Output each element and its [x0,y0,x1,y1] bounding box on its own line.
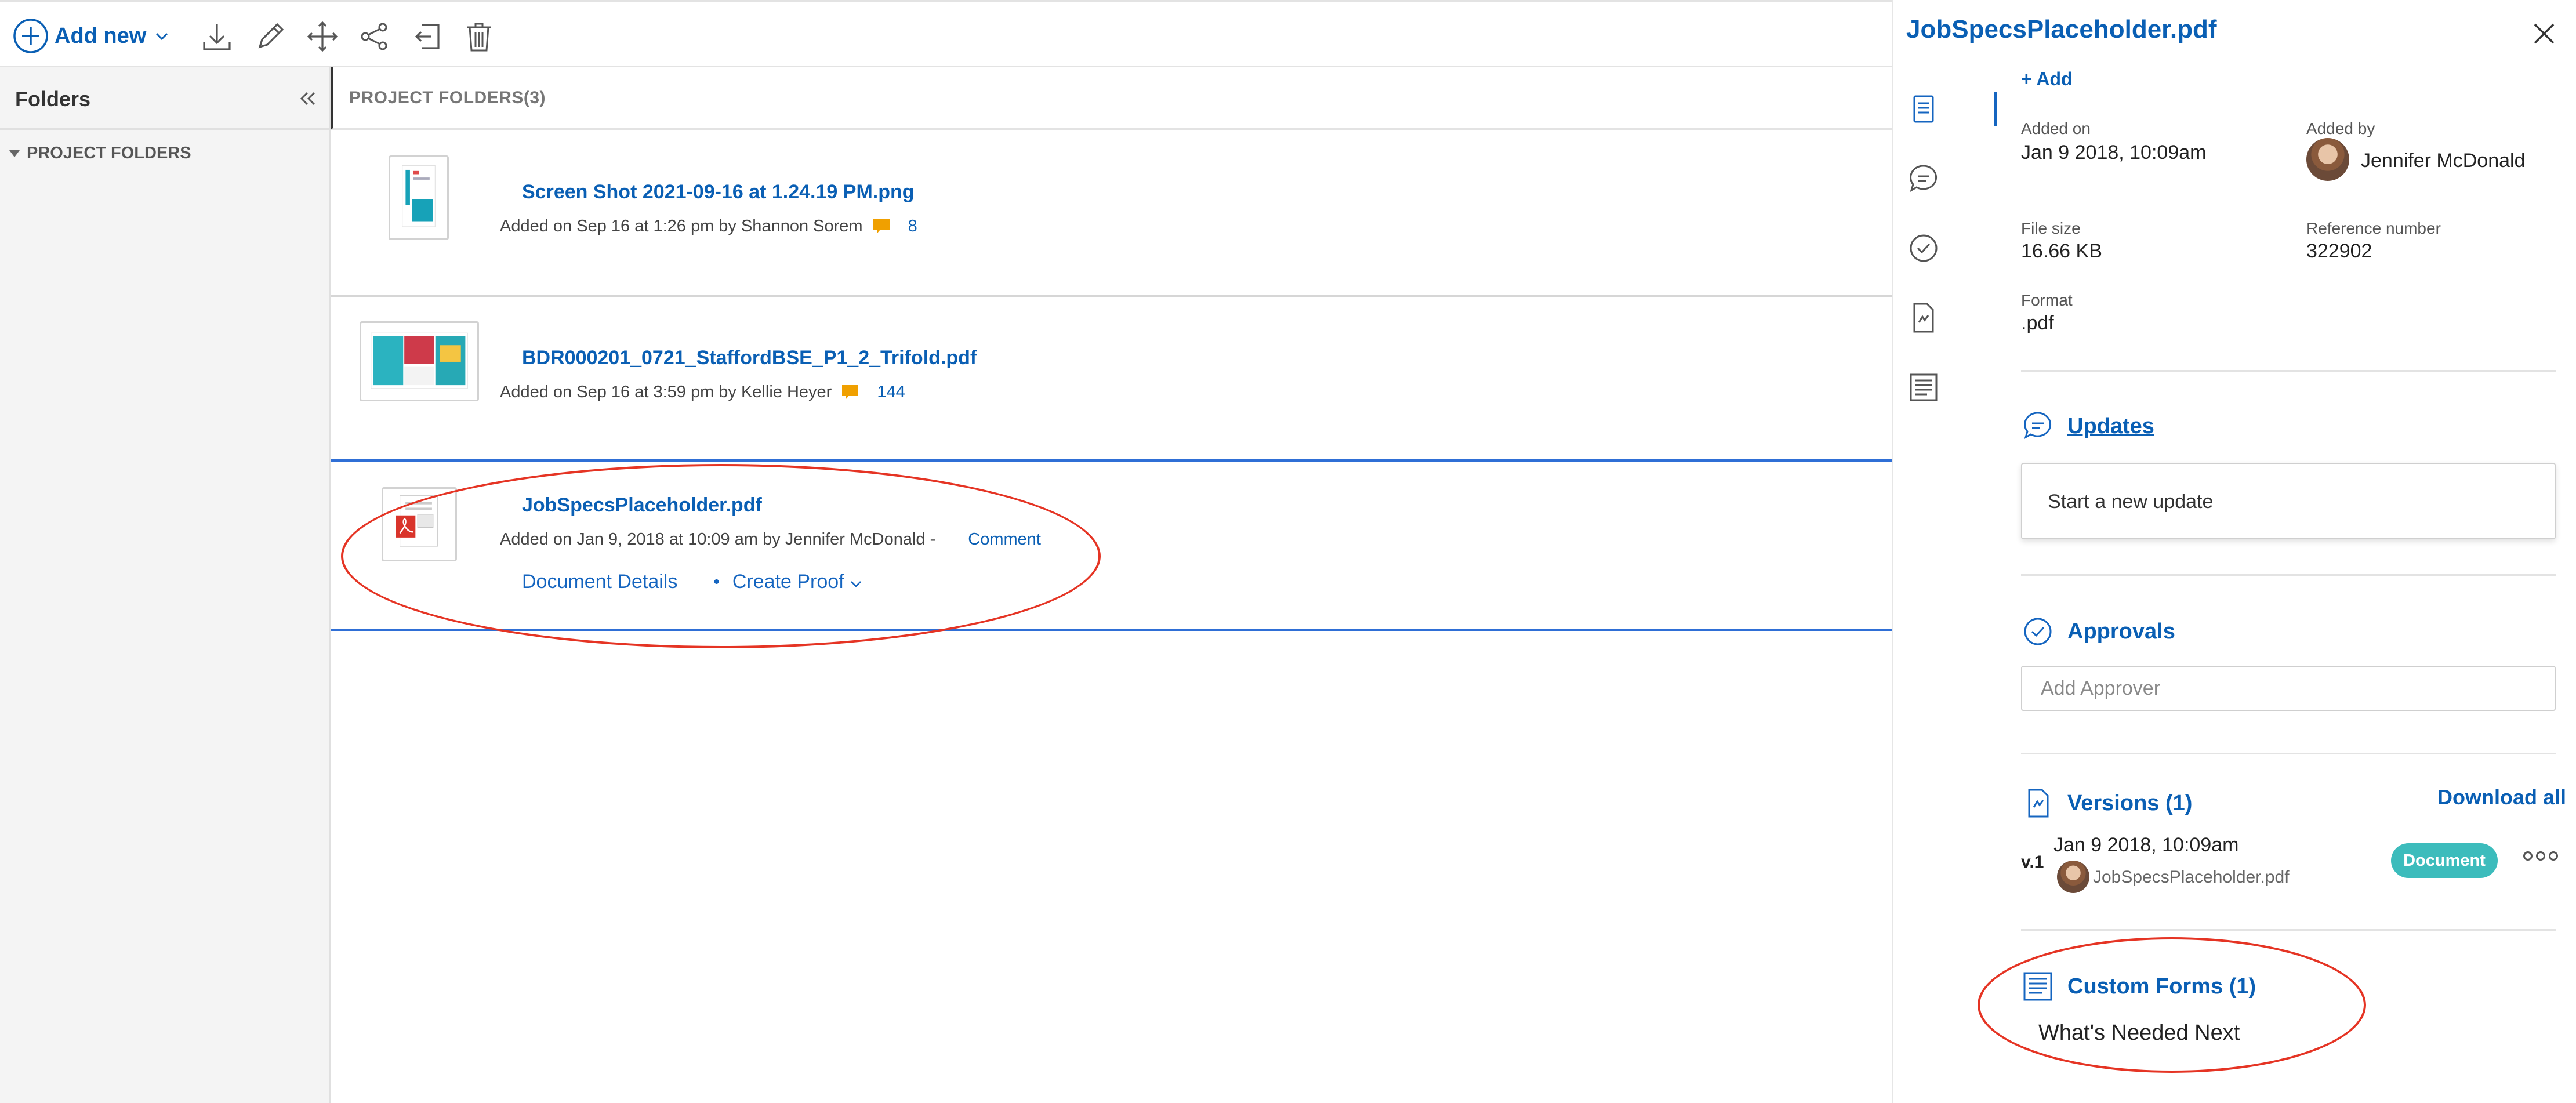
chevron-down-icon[interactable] [849,577,863,591]
versions-title: Versions (1) [2067,790,2193,815]
divider [2021,574,2556,576]
file-thumbnail[interactable] [382,487,457,561]
file-meta-text: Added on Jan 9, 2018 at 10:09 am by Jenn… [500,530,936,549]
move-to-icon[interactable] [409,19,444,54]
updates-section-title[interactable]: Updates [2021,409,2154,443]
file-name-link[interactable]: JobSpecsPlaceholder.pdf [522,494,762,517]
download-icon[interactable] [199,19,234,54]
version-file-name[interactable]: JobSpecsPlaceholder.pdf [2093,868,2290,887]
new-update-placeholder: Start a new update [2048,491,2214,513]
updates-title: Updates [2067,413,2154,438]
avatar [2306,138,2349,181]
file-list: PROJECT FOLDERS(3) Screen Shot 2021-09-1… [331,67,1892,1103]
file-size-value: 16.66 KB [2021,240,2102,262]
create-proof-link[interactable]: Create Proof [732,571,844,593]
move-icon[interactable] [305,19,340,54]
comment-count[interactable]: 8 [908,217,917,236]
active-tab-indicator [1994,92,1997,126]
approvals-tab-icon[interactable] [1906,231,1941,266]
add-new-label: Add new [55,23,147,48]
file-meta: Added on Sep 16 at 1:26 pm by Shannon So… [500,217,917,236]
file-name-link[interactable]: BDR000201_0721_StaffordBSE_P1_2_Trifold.… [522,347,977,369]
file-actions: Document Details • Create Proof [522,571,863,593]
reference-number-label: Reference number [2306,219,2441,237]
custom-forms-title: Custom Forms (1) [2067,974,2256,999]
file-thumbnail[interactable] [389,155,449,240]
file-size-label: File size [2021,219,2081,237]
download-all-link[interactable]: Download all [2437,785,2566,810]
action-separator: • [713,572,720,592]
add-approver-input[interactable] [2021,666,2556,711]
file-row[interactable]: BDR000201_0721_StaffordBSE_P1_2_Trifold.… [331,297,1892,462]
more-options-icon[interactable] [2523,851,2558,861]
file-thumbnail[interactable] [360,321,479,401]
custom-forms-section-title: Custom Forms (1) [2021,970,2256,1003]
details-tab-icon[interactable] [1906,92,1941,126]
sidebar-title: Folders [15,87,91,111]
file-meta: Added on Sep 16 at 3:59 pm by Kellie Hey… [500,383,905,402]
new-update-box[interactable]: Start a new update [2021,463,2556,539]
versions-icon [2028,789,2049,818]
detail-panel: JobSpecsPlaceholder.pdf + Add Added on J… [1892,0,2576,1103]
chevron-down-icon [156,32,168,41]
added-by-value: Jennifer McDonald [2361,150,2526,172]
tree-item-project-folders[interactable]: PROJECT FOLDERS [9,144,191,163]
add-new-button[interactable]: Add new [13,17,176,55]
document-badge: Document [2391,843,2498,878]
divider [2021,370,2556,372]
top-toolbar: Add new [0,0,1892,67]
updates-tab-icon[interactable] [1906,161,1941,196]
screenshot-thumbnail-image [402,165,436,227]
plus-circle-icon [13,19,48,53]
comment-bubble-icon [842,384,859,400]
tree-item-label: PROJECT FOLDERS [27,144,191,162]
file-row[interactable]: Screen Shot 2021-09-16 at 1.24.19 PM.png… [331,130,1892,297]
comment-link[interactable]: Comment [968,530,1041,549]
approvals-title: Approvals [2067,619,2175,644]
format-label: Format [2021,291,2073,309]
list-header: PROJECT FOLDERS(3) [331,67,1892,130]
trash-icon[interactable] [462,19,496,54]
avatar [2057,861,2089,893]
file-meta: Added on Jan 9, 2018 at 10:09 am by Jenn… [500,530,1041,549]
add-link[interactable]: + Add [2021,68,2073,90]
file-name-link[interactable]: Screen Shot 2021-09-16 at 1.24.19 PM.png [522,181,915,204]
file-row-selected[interactable]: JobSpecsPlaceholder.pdf Added on Jan 9, … [331,464,1892,631]
reference-number-value: 322902 [2306,240,2372,262]
version-date: Jan 9 2018, 10:09am [2053,834,2239,856]
pdf-file-icon [396,495,438,547]
custom-forms-icon [2023,972,2052,1001]
panel-title: JobSpecsPlaceholder.pdf [1906,15,2217,43]
version-label: v.1 [2021,852,2044,872]
added-on-value: Jan 9 2018, 10:09am [2021,141,2207,164]
versions-section-title: Versions (1) [2021,786,2192,820]
file-meta-text: Added on Sep 16 at 3:59 pm by Kellie Hey… [500,383,832,401]
added-by-label: Added by [2306,119,2375,137]
versions-tab-icon[interactable] [1906,300,1941,335]
close-icon[interactable] [2531,21,2557,46]
comment-count[interactable]: 144 [877,383,905,402]
format-value: .pdf [2021,312,2054,334]
folders-sidebar: Folders PROJECT FOLDERS [0,67,331,1103]
trifold-thumbnail-image [371,332,468,389]
document-details-link[interactable]: Document Details [522,571,677,593]
file-meta-text: Added on Sep 16 at 1:26 pm by Shannon So… [500,217,863,235]
updates-icon [2024,412,2052,440]
added-on-label: Added on [2021,119,2091,137]
approvals-section-title: Approvals [2021,615,2175,648]
share-icon[interactable] [357,19,392,54]
collapse-sidebar-icon[interactable] [296,87,319,110]
divider [2021,929,2556,931]
divider [2021,753,2556,754]
caret-down-icon [9,150,20,157]
sidebar-header: Folders [0,67,329,130]
custom-forms-tab-icon[interactable] [1906,370,1941,405]
list-header-title: PROJECT FOLDERS(3) [349,88,546,107]
approvals-icon [2024,618,2052,645]
custom-form-item[interactable]: What's Needed Next [2038,1021,2240,1046]
comment-bubble-icon [873,219,890,234]
pencil-icon[interactable] [253,19,288,54]
